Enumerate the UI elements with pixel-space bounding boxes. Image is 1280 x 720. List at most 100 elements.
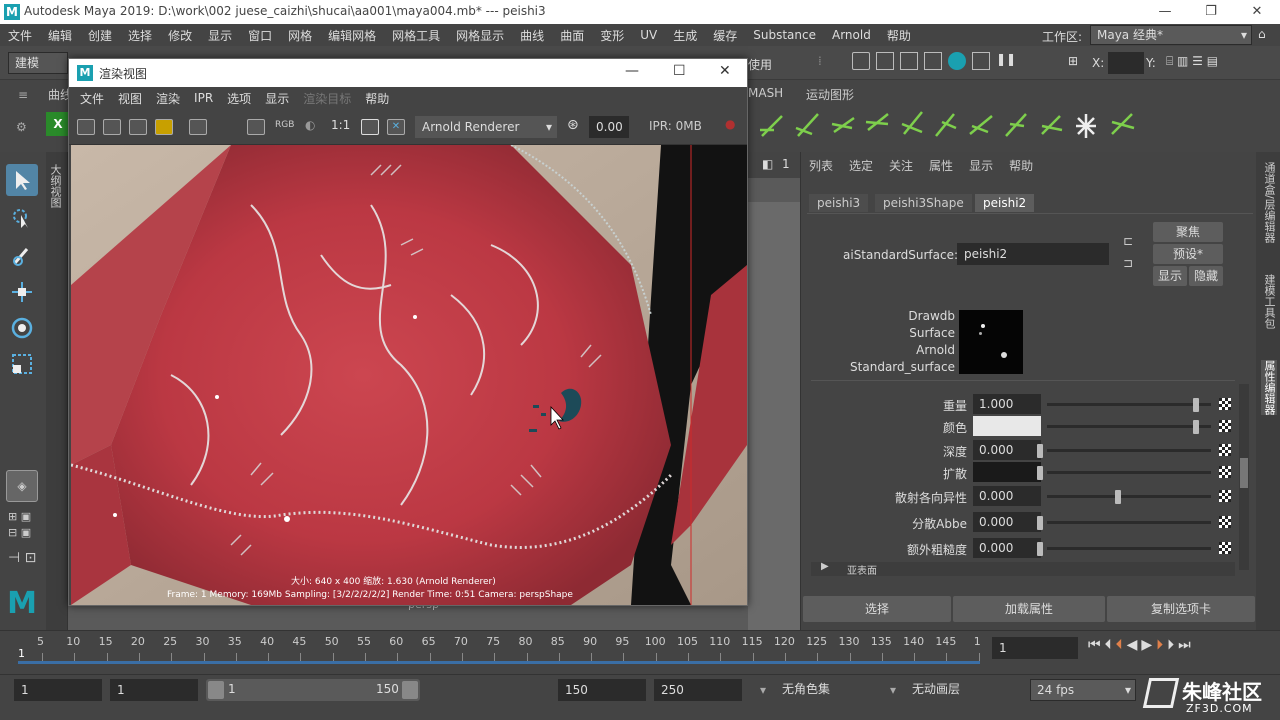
character-set-select[interactable]: 无角色集 (776, 679, 884, 701)
maya-m-icon[interactable]: M (6, 588, 38, 620)
snapshot-icon[interactable] (129, 119, 147, 135)
menu-mesh[interactable]: 网格 (280, 27, 320, 44)
anim-layer-select[interactable]: 无动画层 (906, 679, 1014, 701)
menu-mesh-tools[interactable]: 网格工具 (384, 27, 448, 44)
menu-mesh-display[interactable]: 网格显示 (448, 27, 512, 44)
scene-end-field[interactable]: 250 (654, 679, 742, 701)
depth-slider[interactable] (1047, 449, 1211, 452)
exposure-icon[interactable]: ⊛ (567, 117, 579, 133)
copy-tab-button[interactable]: 复制选项卡 (1107, 596, 1255, 622)
scene-start-field[interactable]: 1 (14, 679, 102, 701)
minimize-button[interactable]: — (625, 63, 639, 79)
show-button[interactable]: 显示 (1153, 266, 1187, 286)
rv-menu-help[interactable]: 帮助 (358, 90, 396, 107)
fit-frame-icon[interactable] (361, 119, 379, 135)
stop-icon[interactable]: ● (725, 117, 735, 131)
menu-surfaces[interactable]: 曲面 (552, 27, 592, 44)
menu-edit-mesh[interactable]: 编辑网格 (320, 27, 384, 44)
range-slider-bar[interactable]: 1 150 (206, 679, 420, 701)
paint-tool-icon[interactable] (6, 240, 38, 272)
menu-create[interactable]: 创建 (80, 27, 120, 44)
rv-menu-file[interactable]: 文件 (73, 90, 111, 107)
sidebar-toggle-icon[interactable]: ⌸ ▥ ☰ ▤ (1166, 54, 1218, 69)
color-swatch[interactable] (973, 416, 1041, 436)
roughness-slider[interactable] (1047, 547, 1211, 550)
render-view-window[interactable]: M 渲染视图 — ☐ ✕ 文件 视图 渲染 IPR 选项 显示 渲染目标 帮助 … (68, 58, 748, 606)
menu-generate[interactable]: 生成 (665, 27, 705, 44)
range-start-handle[interactable] (208, 681, 224, 699)
map-button-icon[interactable] (1219, 398, 1231, 410)
x-field[interactable] (1108, 52, 1144, 74)
keep-image-icon[interactable] (155, 119, 173, 135)
restore-button[interactable]: ❐ (1188, 0, 1234, 24)
select-button[interactable]: 选择 (803, 596, 951, 622)
output-connection-icon[interactable]: ⊐ (1123, 256, 1133, 270)
layout-single-icon[interactable]: ◈ (6, 470, 38, 502)
rv-menu-options[interactable]: 选项 (220, 90, 258, 107)
timeline-ruler[interactable]: 5 10 15 20 25 30 35 40 45 50 55 60 65 70 75 80 85 90 95 100… (14, 633, 984, 663)
current-frame-field[interactable]: 1 (992, 637, 1078, 659)
close-button[interactable]: ✕ (1234, 0, 1280, 24)
load-attributes-button[interactable]: 加载属性 (953, 596, 1105, 622)
mode-select[interactable]: 建模 (8, 52, 68, 74)
lock-icon[interactable]: ⌂ (1258, 27, 1266, 41)
shelf-tab-mash[interactable]: MASH (748, 86, 783, 100)
render-view-titlebar[interactable]: M 渲染视图 — ☐ ✕ (69, 59, 747, 87)
render-frame-icon[interactable] (876, 52, 894, 70)
menu-arnold[interactable]: Arnold (824, 28, 879, 42)
redo-render-icon[interactable] (77, 119, 95, 135)
tab-peishi2[interactable]: peishi2 (975, 194, 1035, 212)
scatter-slider[interactable] (1047, 471, 1211, 474)
exposure-field[interactable]: 0.00 (589, 116, 629, 138)
menu-uv[interactable]: UV (632, 28, 665, 42)
rv-menu-ipr[interactable]: IPR (187, 91, 220, 105)
map-button-icon[interactable] (1219, 420, 1231, 432)
slider-knob[interactable] (1037, 466, 1043, 480)
shelf-gear-icon[interactable]: ⚙ (16, 120, 27, 134)
attribute-editor-tab[interactable]: 属性编辑器 (1261, 360, 1277, 415)
weight-slider[interactable] (1047, 403, 1211, 406)
scatter-swatch[interactable] (973, 462, 1041, 482)
attr-menu-show[interactable]: 显示 (961, 157, 1001, 174)
menu-modify[interactable]: 修改 (160, 27, 200, 44)
step-forward-icon[interactable]: ⏵ (1156, 637, 1167, 653)
menu-deform[interactable]: 变形 (592, 27, 632, 44)
move-tool-icon[interactable] (6, 276, 38, 308)
render-region-icon[interactable] (103, 119, 121, 135)
go-to-start-icon[interactable]: ⏮ (1088, 637, 1105, 653)
alpha-icon[interactable]: ◐ (305, 118, 315, 132)
clear-icon[interactable]: ✕ (387, 119, 405, 135)
slider-knob[interactable] (1037, 542, 1043, 556)
attr-menu-attributes[interactable]: 属性 (921, 157, 961, 174)
renderer-select[interactable]: Arnold Renderer ▾ (415, 116, 557, 138)
modeling-toolkit-tab[interactable]: 建模工具包 (1261, 274, 1277, 329)
pause-icon[interactable]: ❚❚ (996, 52, 1016, 70)
rv-menu-display[interactable]: 显示 (258, 90, 296, 107)
attr-menu-help[interactable]: 帮助 (1001, 157, 1041, 174)
shelf-tab-motion-graphics[interactable]: 运动图形 (806, 86, 854, 103)
map-button-icon[interactable] (1219, 466, 1231, 478)
layout-split-icon[interactable]: ⊟ ▣ (8, 526, 31, 539)
layout-persp-icon[interactable]: ⊣ ⊡ (8, 550, 36, 566)
render-settings-icon[interactable] (852, 52, 870, 70)
step-back-key-icon[interactable]: ⏴ (1105, 637, 1116, 653)
menu-cache[interactable]: 缓存 (705, 27, 745, 44)
shelf-menu-icon[interactable]: ≡ (18, 88, 28, 102)
range-end-handle[interactable] (402, 681, 418, 699)
tab-peishi3[interactable]: peishi3 (809, 194, 869, 212)
rv-menu-view[interactable]: 视图 (111, 90, 149, 107)
shelf-x-icon[interactable]: X (46, 112, 70, 136)
playback-start-field[interactable]: 1 (110, 679, 198, 701)
mash-tools-icons[interactable] (756, 106, 1146, 140)
fps-select[interactable]: 24 fps ▾ (1030, 679, 1136, 701)
map-button-icon[interactable] (1219, 444, 1231, 456)
menu-windows[interactable]: 窗口 (240, 27, 280, 44)
layout-quad-icon[interactable]: ⊞ ▣ (8, 510, 31, 523)
rgb-icon[interactable]: RGB (275, 120, 294, 130)
refresh-ipr-icon[interactable] (247, 119, 265, 135)
anisotropy-field[interactable]: 0.000 (973, 486, 1041, 506)
input-connection-icon[interactable]: ⊏ (1123, 234, 1133, 248)
lasso-tool-icon[interactable] (6, 202, 38, 234)
map-button-icon[interactable] (1219, 490, 1231, 502)
render-globals-icon[interactable] (924, 52, 942, 70)
